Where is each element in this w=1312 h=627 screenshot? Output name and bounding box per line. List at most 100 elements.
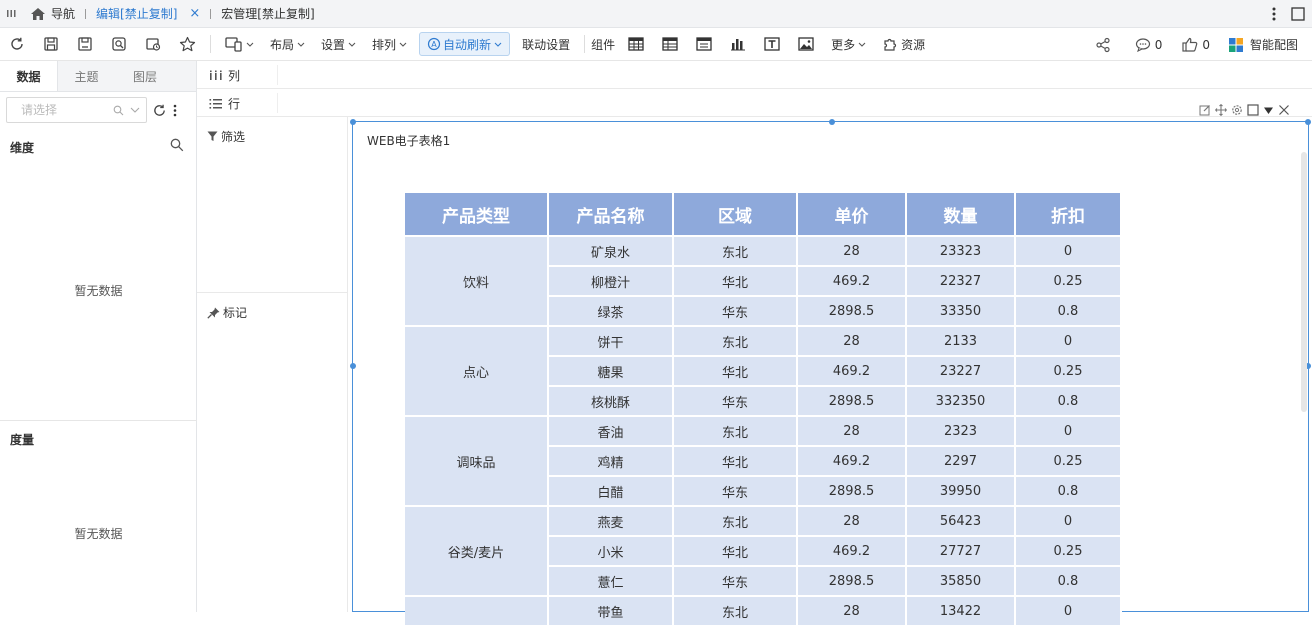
comment-button[interactable]: 0 [1125, 37, 1173, 52]
preview-icon[interactable] [102, 28, 136, 61]
search-icon[interactable] [170, 138, 184, 152]
arrange-menu[interactable]: 排列 [364, 28, 415, 61]
resize-handle[interactable] [350, 119, 356, 125]
column-header[interactable]: 折扣 [1016, 193, 1122, 237]
table-cell[interactable]: 35850 [907, 567, 1016, 597]
table-cell[interactable]: 糖果 [549, 357, 674, 387]
tab-close-icon[interactable]: × [189, 6, 200, 21]
table-cell[interactable]: 0.8 [1016, 567, 1122, 597]
table-cell[interactable]: 469.2 [798, 447, 907, 477]
table-cell[interactable]: 香油 [549, 417, 674, 447]
table-cell[interactable]: 0 [1016, 597, 1122, 627]
table-cell[interactable]: 28 [798, 597, 907, 627]
maximize-icon[interactable] [1247, 104, 1259, 116]
like-button[interactable]: 0 [1172, 37, 1220, 52]
more-vertical-icon[interactable] [173, 104, 177, 117]
table-cell[interactable]: 27727 [907, 537, 1016, 567]
table-cell[interactable]: 332350 [907, 387, 1016, 417]
image-component-icon[interactable] [789, 28, 823, 61]
vertical-scrollbar[interactable] [1301, 152, 1307, 412]
table-cell[interactable]: 0.8 [1016, 297, 1122, 327]
rows-shelf[interactable]: 行 [197, 89, 1312, 117]
table-cell[interactable]: 华北 [674, 447, 798, 477]
table-cell[interactable]: 薏仁 [549, 567, 674, 597]
web-spreadsheet-widget[interactable]: WEB电子表格1 产品类型 产品名称 区域 单价 数量 折扣 饮料 矿泉水 东北 28… [350, 104, 1311, 627]
table-cell[interactable]: 0 [1016, 507, 1122, 537]
table-cell[interactable]: 华东 [674, 387, 798, 417]
caret-down-icon[interactable] [1263, 105, 1274, 116]
tab-macro[interactable]: 宏管理[禁止复制] [213, 0, 322, 28]
column-header[interactable]: 产品类型 [405, 193, 549, 237]
crosstab-component-icon[interactable] [653, 28, 687, 61]
group-cell-product-type[interactable] [405, 597, 549, 627]
table-cell[interactable]: 带鱼 [549, 597, 674, 627]
close-icon[interactable] [1278, 104, 1290, 116]
tab-theme[interactable]: 主题 [58, 61, 115, 91]
table-cell[interactable]: 2898.5 [798, 297, 907, 327]
table-cell[interactable]: 28 [798, 507, 907, 537]
table-cell[interactable]: 0 [1016, 327, 1122, 357]
resize-handle[interactable] [1305, 119, 1311, 125]
table-cell[interactable]: 0.25 [1016, 267, 1122, 297]
table-cell[interactable]: 23227 [907, 357, 1016, 387]
save-icon[interactable] [34, 28, 68, 61]
mark-shelf[interactable]: 标记 [207, 304, 247, 321]
table-cell[interactable]: 饼干 [549, 327, 674, 357]
table-cell[interactable]: 白醋 [549, 477, 674, 507]
column-header[interactable]: 单价 [798, 193, 907, 237]
table-cell[interactable]: 0 [1016, 237, 1122, 267]
table-cell[interactable]: 2297 [907, 447, 1016, 477]
column-header[interactable]: 产品名称 [549, 193, 674, 237]
table-cell[interactable]: 燕麦 [549, 507, 674, 537]
freestyle-table-icon[interactable] [687, 28, 721, 61]
dataset-select-input[interactable] [21, 103, 101, 117]
more-vertical-icon[interactable] [1264, 7, 1284, 21]
table-cell[interactable]: 华东 [674, 567, 798, 597]
share-button[interactable] [1085, 37, 1125, 53]
table-cell[interactable]: 2323 [907, 417, 1016, 447]
table-cell[interactable]: 东北 [674, 417, 798, 447]
table-cell[interactable]: 东北 [674, 327, 798, 357]
table-cell[interactable]: 东北 [674, 507, 798, 537]
resources-button[interactable]: 资源 [874, 28, 933, 61]
layout-menu[interactable]: 布局 [262, 28, 313, 61]
design-canvas[interactable]: WEB电子表格1 产品类型 产品名称 区域 单价 数量 折扣 饮料 矿泉水 东北 28… [348, 104, 1312, 627]
settings-gear-icon[interactable] [1231, 104, 1243, 116]
bar-chart-icon[interactable] [721, 28, 755, 61]
table-cell[interactable]: 28 [798, 237, 907, 267]
device-menu[interactable] [217, 28, 262, 61]
favorite-star-icon[interactable] [170, 28, 204, 61]
maximize-icon[interactable] [1284, 7, 1312, 21]
table-cell[interactable]: 鸡精 [549, 447, 674, 477]
table-cell[interactable]: 0.8 [1016, 387, 1122, 417]
table-cell[interactable]: 0.25 [1016, 447, 1122, 477]
table-cell[interactable]: 0.25 [1016, 357, 1122, 387]
table-cell[interactable]: 华东 [674, 297, 798, 327]
refresh-icon[interactable] [0, 28, 34, 61]
table-cell[interactable]: 0 [1016, 417, 1122, 447]
table-cell[interactable]: 东北 [674, 597, 798, 627]
table-cell[interactable]: 2898.5 [798, 477, 907, 507]
move-icon[interactable] [1215, 104, 1227, 116]
group-cell-product-type[interactable]: 谷类/麦片 [405, 507, 549, 597]
table-cell[interactable]: 2898.5 [798, 567, 907, 597]
edit-icon[interactable] [1199, 104, 1211, 116]
group-cell-product-type[interactable]: 调味品 [405, 417, 549, 507]
table-cell[interactable]: 28 [798, 327, 907, 357]
table-cell[interactable]: 东北 [674, 237, 798, 267]
table-cell[interactable]: 0.25 [1016, 537, 1122, 567]
tab-nav[interactable]: 导航 [22, 0, 83, 28]
table-cell[interactable]: 柳橙汁 [549, 267, 674, 297]
table-cell[interactable]: 核桃酥 [549, 387, 674, 417]
table-cell[interactable]: 华北 [674, 267, 798, 297]
tab-edit[interactable]: 编辑[禁止复制] × [88, 0, 208, 28]
table-cell[interactable]: 33350 [907, 297, 1016, 327]
table-cell[interactable]: 华北 [674, 537, 798, 567]
save-as-icon[interactable] [68, 28, 102, 61]
resize-handle[interactable] [829, 119, 835, 125]
table-cell[interactable]: 小米 [549, 537, 674, 567]
text-component-icon[interactable] [755, 28, 789, 61]
tab-layers[interactable]: 图层 [115, 61, 175, 91]
table-cell[interactable]: 2133 [907, 327, 1016, 357]
table-cell[interactable]: 2898.5 [798, 387, 907, 417]
